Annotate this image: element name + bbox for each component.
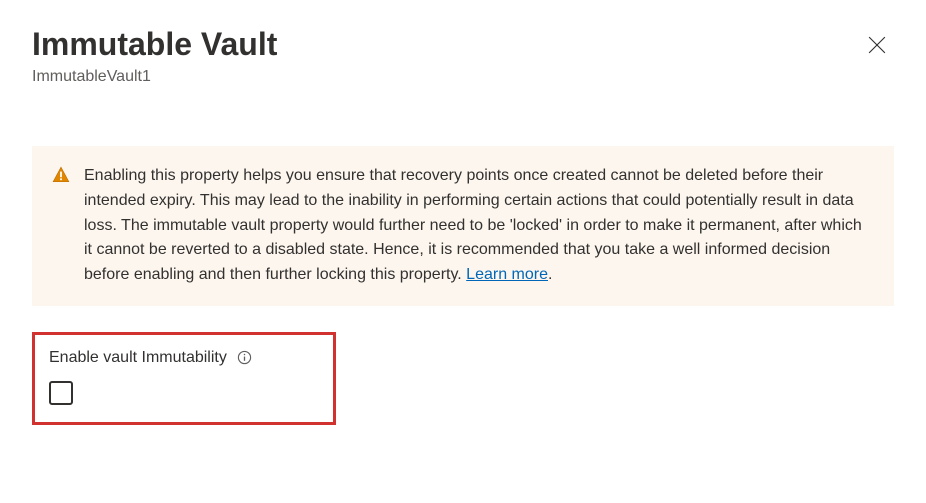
page-title: Immutable Vault [32, 24, 277, 64]
warning-text: Enabling this property helps you ensure … [84, 164, 866, 288]
enable-immutability-label: Enable vault Immutability [49, 349, 227, 367]
learn-more-link[interactable]: Learn more [466, 266, 548, 283]
title-group: Immutable Vault ImmutableVault1 [32, 24, 277, 86]
info-icon[interactable] [237, 350, 252, 365]
close-icon [868, 36, 886, 57]
close-button[interactable] [860, 28, 894, 65]
enable-immutability-checkbox[interactable] [49, 381, 73, 405]
header: Immutable Vault ImmutableVault1 [32, 24, 894, 86]
enable-immutability-section: Enable vault Immutability [32, 332, 336, 425]
warning-banner: Enabling this property helps you ensure … [32, 146, 894, 306]
checkbox-label-row: Enable vault Immutability [49, 349, 319, 367]
warning-icon [52, 166, 70, 189]
page-subtitle: ImmutableVault1 [32, 68, 277, 86]
